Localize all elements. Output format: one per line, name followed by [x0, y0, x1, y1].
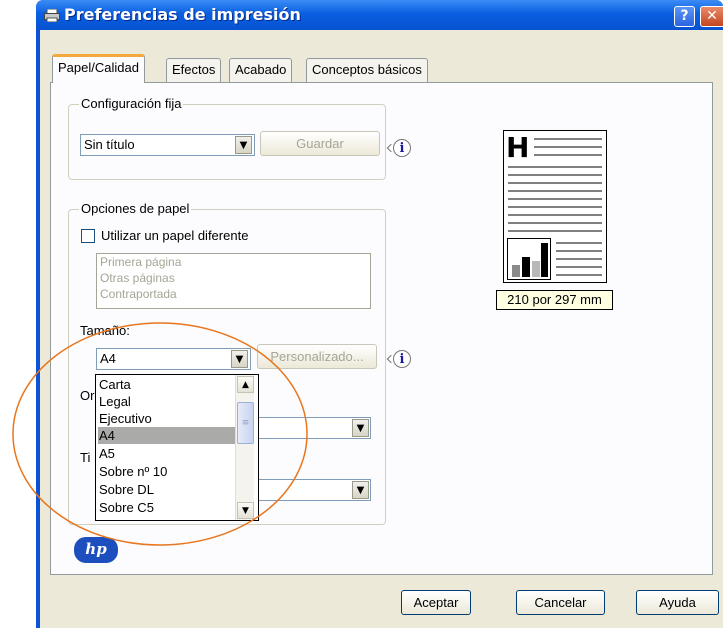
chevron-down-icon[interactable]: ▼	[352, 481, 369, 499]
size-combo[interactable]: A4	[96, 348, 251, 370]
list-item: Contraportada	[100, 287, 177, 301]
dropdown-item-sobre-dl[interactable]: Sobre DL	[98, 481, 237, 498]
paper-type-label: Ti	[80, 450, 91, 465]
dropdown-item-a5[interactable]: A5	[98, 445, 237, 462]
dropdown-item-a4[interactable]: A4	[98, 427, 237, 444]
different-paper-checkbox[interactable]	[81, 229, 95, 243]
preview-heading-glyph: H	[506, 131, 530, 164]
title-help-button[interactable]: ?	[674, 6, 695, 27]
paper-size-caption: 210 por 297 mm	[496, 290, 613, 310]
tab-papel-calidad[interactable]: Papel/Calidad	[52, 54, 145, 83]
chevron-down-icon[interactable]: ▼	[235, 136, 252, 154]
chevron-down-icon[interactable]: ▼	[352, 419, 369, 437]
dropdown-item-ejecutivo[interactable]: Ejecutivo	[98, 410, 237, 427]
config-combo[interactable]: Sin título	[80, 134, 255, 156]
dropdown-item-carta[interactable]: Carta	[98, 376, 237, 393]
size-combo-value: A4	[100, 351, 116, 366]
window-title: Preferencias de impresión	[64, 5, 301, 24]
chevron-down-icon[interactable]: ▼	[231, 350, 248, 368]
config-combo-value: Sin título	[84, 137, 135, 152]
tab-acabado[interactable]: Acabado	[229, 58, 293, 82]
dropdown-item-sobre-c5[interactable]: Sobre C5	[98, 499, 237, 516]
printer-icon	[44, 8, 60, 23]
info-icon[interactable]: i	[393, 139, 411, 157]
config-group-label: Configuración fija	[79, 96, 184, 111]
cancel-button[interactable]: Cancelar	[516, 590, 605, 615]
custom-size-button[interactable]: Personalizado...	[257, 344, 377, 369]
scroll-down-icon[interactable]: ▼	[237, 502, 254, 519]
save-button[interactable]: Guardar	[260, 131, 380, 156]
list-item: Otras páginas	[100, 271, 175, 285]
help-button[interactable]: Ayuda	[636, 590, 719, 615]
scroll-up-icon[interactable]: ▲	[237, 376, 254, 393]
dropdown-scrollbar[interactable]: ▲ ≡ ▼	[235, 375, 254, 520]
size-label: Tamaño:	[80, 323, 130, 338]
list-item: Primera página	[100, 255, 182, 269]
hp-logo: hp	[74, 537, 118, 563]
dropdown-item-legal[interactable]: Legal	[98, 393, 237, 410]
tab-conceptos-basicos[interactable]: Conceptos básicos	[306, 58, 428, 82]
orientation-label: Or	[80, 388, 95, 403]
size-dropdown-list[interactable]: Carta Legal Ejecutivo A4 A5 Sobre nº 10 …	[95, 374, 259, 521]
tab-efectos[interactable]: Efectos	[166, 58, 222, 82]
pages-list: Primera página Otras páginas Contraporta…	[96, 253, 371, 309]
close-button[interactable]: ✕	[700, 6, 723, 27]
paper-options-label: Opciones de papel	[79, 201, 192, 216]
info-icon[interactable]: i	[393, 350, 411, 368]
different-paper-label[interactable]: Utilizar un papel diferente	[101, 228, 248, 243]
dropdown-item-sobre-10[interactable]: Sobre nº 10	[98, 463, 237, 480]
ok-button[interactable]: Aceptar	[401, 590, 471, 615]
scroll-thumb[interactable]: ≡	[237, 402, 254, 444]
preview-chart-icon	[507, 238, 551, 280]
